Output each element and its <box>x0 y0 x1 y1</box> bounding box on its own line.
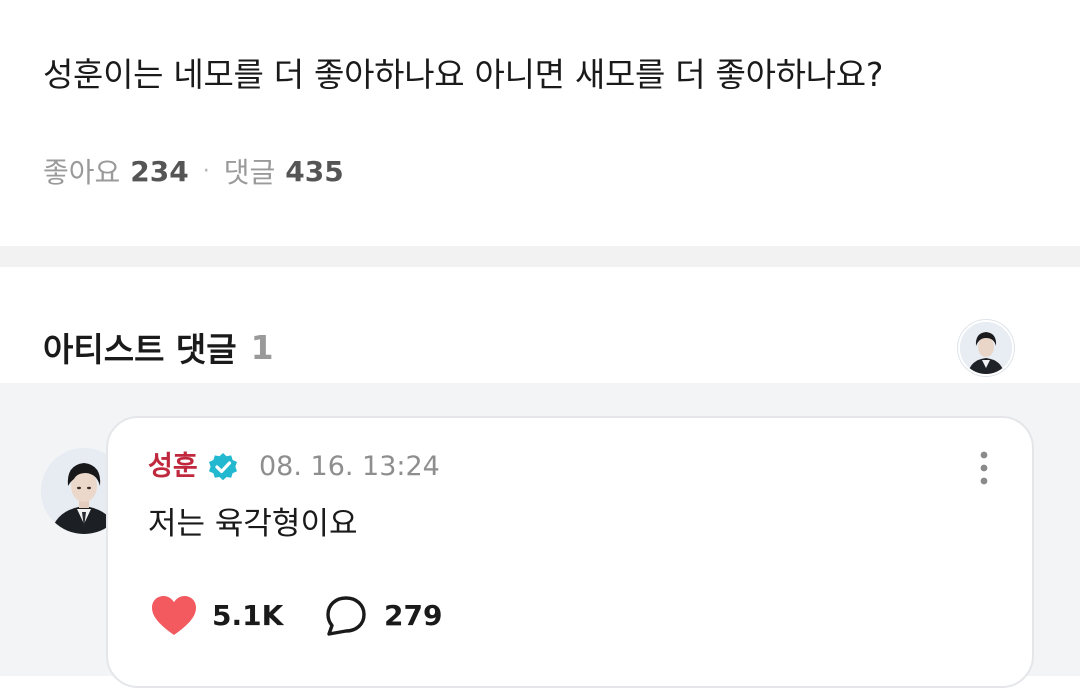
comment-card <box>106 416 1034 688</box>
post-question: 성훈이는 네모를 더 좋아하나요 아니면 새모를 더 좋아하나요? <box>43 55 884 94</box>
section-divider <box>0 246 1080 267</box>
comments-label: 댓글 <box>223 156 276 189</box>
artist-comments-count: 1 <box>250 327 274 367</box>
comment-reply-count: 279 <box>384 599 443 632</box>
artist-comments-title: 아티스트 댓글 <box>43 330 237 369</box>
verified-badge-icon <box>209 453 237 481</box>
post-stats: 좋아요 234 · 댓글 435 <box>43 151 344 191</box>
likes-count: 234 <box>130 154 189 188</box>
comment-like-count: 5.1K <box>212 599 284 632</box>
stats-separator: · <box>202 158 210 184</box>
comment-timestamp: 08. 16. 13:24 <box>259 451 440 482</box>
artist-comments-header: 아티스트 댓글 1 <box>43 322 274 372</box>
comment-text: 저는 육각형이요 <box>148 506 358 542</box>
more-vertical-icon[interactable] <box>972 448 996 488</box>
likes-label: 좋아요 <box>43 156 121 189</box>
comments-count: 435 <box>285 154 344 188</box>
heart-icon[interactable] <box>150 594 198 638</box>
speech-bubble-icon[interactable] <box>324 594 368 638</box>
artist-avatar-small[interactable] <box>958 320 1014 376</box>
comment-author-name[interactable]: 성훈 <box>148 447 198 487</box>
